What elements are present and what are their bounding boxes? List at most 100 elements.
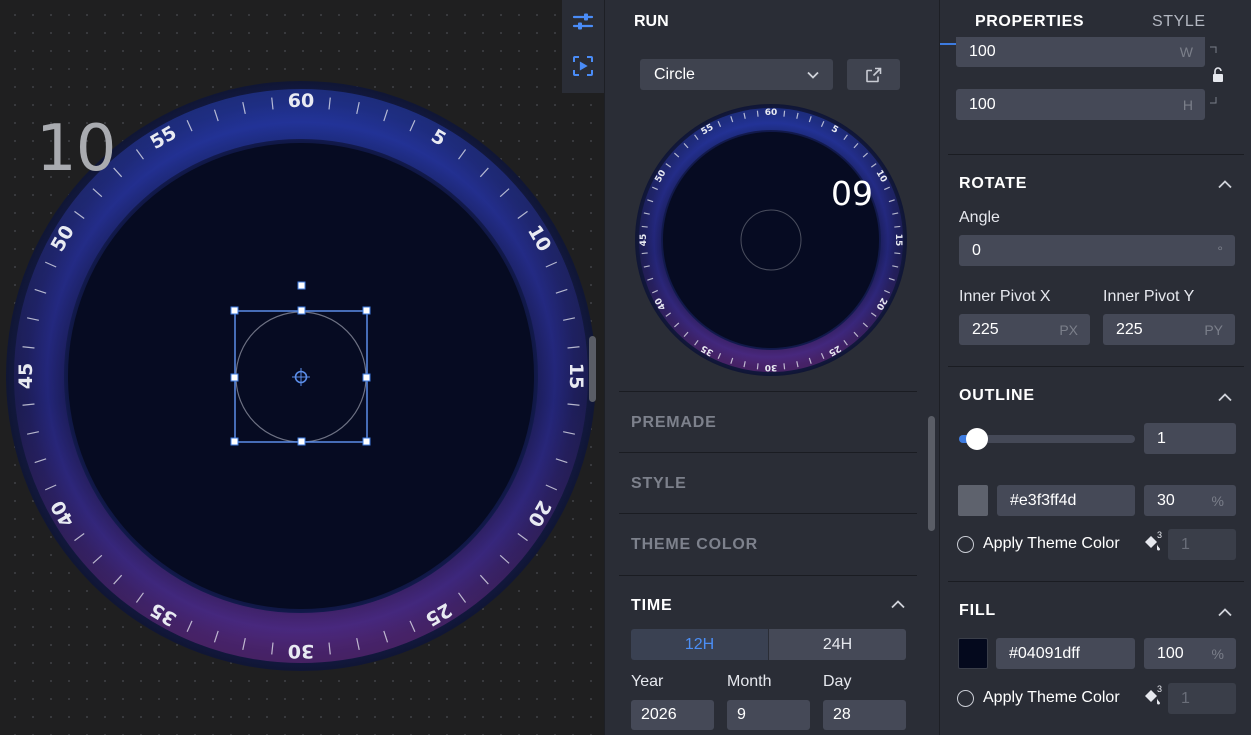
- resize-handle-ne: [362, 306, 371, 315]
- outline-color-swatch[interactable]: [958, 485, 988, 516]
- section-theme-color-label: THEME COLOR: [631, 535, 759, 553]
- month-input[interactable]: 9: [727, 700, 810, 730]
- divider: [948, 366, 1244, 367]
- preview-seconds-readout: 09: [831, 174, 873, 213]
- section-style-label: STYLE: [631, 474, 687, 492]
- rotate-handle: [297, 281, 306, 290]
- height-input[interactable]: 100 H: [956, 89, 1205, 120]
- width-unit: W: [1179, 44, 1193, 60]
- section-premade-label: PREMADE: [631, 413, 717, 431]
- fill-theme-index-input[interactable]: 1: [1168, 683, 1236, 714]
- dial-tick: [783, 363, 786, 370]
- outline-theme-index-input[interactable]: 1: [1168, 529, 1236, 560]
- run-panel-title: RUN: [634, 13, 669, 30]
- theme-badge: 3: [1157, 530, 1163, 540]
- width-input[interactable]: 100 W: [956, 37, 1205, 67]
- dial-tick: [783, 110, 786, 117]
- pivot-x-input[interactable]: 225 PX: [959, 314, 1090, 345]
- dial-number: 30: [288, 640, 314, 662]
- dial-tick: [641, 225, 648, 228]
- chevron-down-icon: [807, 71, 819, 79]
- angle-value: 0: [972, 241, 981, 259]
- angle-unit: °: [1217, 242, 1223, 259]
- preview-play-icon[interactable]: [562, 44, 604, 88]
- seconds-readout: 10: [36, 112, 116, 186]
- outline-color-input[interactable]: #e3f3ff4d: [997, 485, 1135, 516]
- open-external-button[interactable]: [847, 59, 900, 90]
- run-panel-scrollbar[interactable]: [928, 416, 935, 531]
- height-value: 100: [969, 95, 996, 113]
- outline-width-input[interactable]: 1: [1144, 423, 1236, 454]
- theme-badge: 3: [1157, 684, 1163, 694]
- outline-apply-theme-label: Apply Theme Color: [983, 535, 1120, 552]
- angle-input[interactable]: 0 °: [959, 235, 1235, 266]
- format-24h-button[interactable]: 24H: [769, 629, 906, 660]
- settings-sliders-icon[interactable]: [562, 0, 604, 44]
- fill-opacity-input[interactable]: 100 %: [1144, 638, 1236, 669]
- pivot-y-value: 225: [1116, 320, 1143, 338]
- run-panel: RUN Circle 60 5 10 15 20 25 30 35 40 45 50 5: [604, 0, 939, 735]
- dial-number: 60: [765, 108, 778, 118]
- open-external-icon: [865, 67, 881, 82]
- tab-properties[interactable]: PROPERTIES: [975, 13, 1084, 31]
- pivot-y-unit: PY: [1204, 321, 1223, 338]
- dial-number: 45: [639, 234, 649, 247]
- slider-thumb[interactable]: [965, 428, 988, 450]
- fill-color-swatch[interactable]: [958, 638, 988, 669]
- pivot-x-value: 225: [972, 320, 999, 338]
- dial-tick: [641, 252, 648, 255]
- day-label: Day: [823, 673, 852, 690]
- pivot-y-input[interactable]: 225 PY: [1103, 314, 1235, 345]
- shape-select-value: Circle: [654, 65, 695, 83]
- year-input[interactable]: 2026: [631, 700, 714, 730]
- watch-dial: 60510152025303540455055: [6, 81, 596, 671]
- section-theme-color[interactable]: THEME COLOR: [619, 513, 917, 575]
- fill-apply-theme-radio[interactable]: [957, 690, 974, 707]
- outline-apply-theme-radio[interactable]: [957, 536, 974, 553]
- section-time: TIME 12H 24H Year Month Day 2026 9 28: [619, 575, 917, 735]
- chevron-up-icon[interactable]: [891, 600, 905, 609]
- dial-number: 45: [15, 363, 37, 389]
- resize-handle-e: [362, 373, 371, 382]
- tool-rail: [562, 0, 604, 93]
- chevron-up-icon[interactable]: [1218, 180, 1232, 189]
- section-style[interactable]: STYLE: [619, 452, 917, 514]
- pivot-x-unit: PX: [1059, 321, 1078, 338]
- angle-label: Angle: [959, 209, 1000, 226]
- outline-width-slider[interactable]: [959, 428, 1135, 450]
- chevron-up-icon[interactable]: [1218, 608, 1232, 617]
- aspect-lock-icon[interactable]: [1208, 46, 1228, 104]
- resize-handle-n: [297, 306, 306, 315]
- dial-tick: [894, 225, 901, 228]
- chevron-up-icon[interactable]: [1218, 393, 1232, 402]
- resize-handle-se: [362, 437, 371, 446]
- dial-number: 60: [288, 90, 314, 112]
- tab-style[interactable]: STYLE: [1152, 13, 1206, 31]
- dial-number: 15: [893, 234, 903, 247]
- dial-tick: [894, 252, 901, 255]
- format-12h-button[interactable]: 12H: [631, 629, 769, 660]
- year-label: Year: [631, 673, 664, 690]
- fill-opacity-unit: %: [1211, 645, 1224, 662]
- editor-canvas[interactable]: 10 60 5 10 15 20 25 30 35 40 45 50 55: [0, 0, 604, 735]
- section-premade[interactable]: PREMADE: [619, 391, 917, 453]
- properties-panel: PROPERTIES STYLE 100 W 100 H ROTATE Angl…: [939, 0, 1251, 735]
- divider: [948, 581, 1244, 582]
- dial-tick: [756, 110, 759, 117]
- outline-opacity-value: 30: [1157, 491, 1175, 509]
- height-unit: H: [1182, 96, 1193, 113]
- preview-dial: 60510152025303540455055: [635, 104, 907, 376]
- shape-select[interactable]: Circle: [640, 59, 833, 90]
- fill-color-input[interactable]: #04091dff: [996, 638, 1135, 669]
- time-format-toggle: 12H 24H: [631, 629, 906, 660]
- dial-number: 30: [765, 362, 778, 372]
- day-input[interactable]: 28: [823, 700, 906, 730]
- dial-tick: [756, 363, 759, 370]
- fill-opacity-value: 100: [1157, 644, 1184, 662]
- resize-handle-sw: [230, 437, 239, 446]
- resize-handle-w: [230, 373, 239, 382]
- outline-opacity-input[interactable]: 30 %: [1144, 485, 1236, 516]
- canvas-scrollbar[interactable]: [589, 336, 596, 402]
- resize-handle-nw: [230, 306, 239, 315]
- dial-number: 15: [565, 363, 587, 389]
